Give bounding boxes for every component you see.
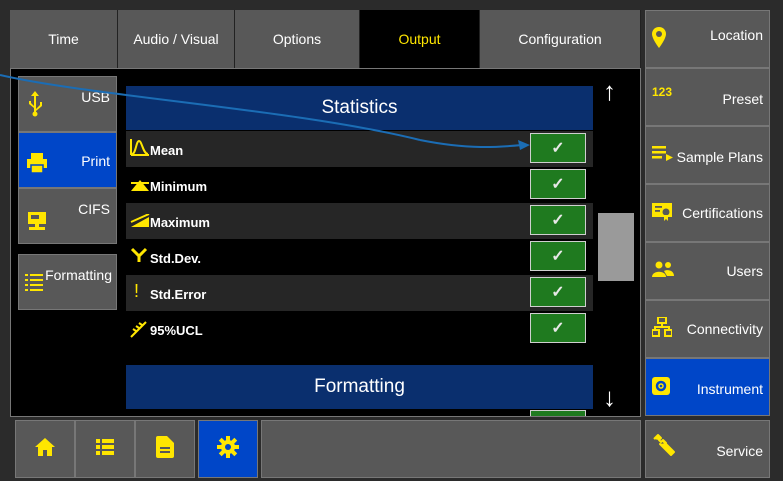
document-button[interactable] <box>135 420 195 478</box>
stat-row-maximum: Maximum ✓ <box>126 203 593 239</box>
map-pin-icon <box>652 27 666 52</box>
sidebar-item-preset[interactable]: 123 Preset <box>645 68 770 126</box>
home-icon <box>35 437 55 461</box>
sidebar-item-users[interactable]: Users <box>645 242 770 300</box>
95ucl-checkbox[interactable]: ✓ <box>530 313 586 343</box>
stat-row-std-dev: Std.Dev. ✓ <box>126 239 593 275</box>
network-drive-icon <box>27 211 47 234</box>
minimum-icon <box>130 178 150 195</box>
network-icon <box>651 316 673 340</box>
home-button[interactable] <box>15 420 75 478</box>
sidebar-item-label: Users <box>726 263 763 279</box>
sidebar-item-label: Preset <box>722 91 763 107</box>
subnav-print-label: Print <box>81 153 110 169</box>
formatting-title: Formatting <box>314 376 405 397</box>
tab-options[interactable]: Options <box>235 10 360 68</box>
scrollbar-thumb[interactable] <box>598 213 634 281</box>
settings-button[interactable] <box>198 420 258 478</box>
sidebar-item-instrument[interactable]: Instrument <box>645 358 770 416</box>
subnav-formatting-label: Formatting <box>45 267 112 283</box>
certificate-icon <box>652 203 672 224</box>
list-icon <box>96 438 114 460</box>
statistics-title: Statistics <box>321 97 398 118</box>
std-error-checkbox[interactable]: ✓ <box>530 277 586 307</box>
stat-label: Maximum <box>150 215 210 230</box>
subnav-usb-label: USB <box>81 89 110 105</box>
stat-row-std-error: ! Std.Error ✓ <box>126 275 593 311</box>
subnav-cifs[interactable]: CIFS <box>18 188 117 244</box>
scroll-up-arrow-icon[interactable]: ↑ <box>603 78 616 104</box>
playlist-icon <box>652 145 674 164</box>
stat-label: 95%UCL <box>150 323 203 338</box>
tab-time[interactable]: Time <box>10 10 118 68</box>
sidebar-item-sample-plans[interactable]: Sample Plans <box>645 126 770 184</box>
printer-icon <box>27 153 47 176</box>
list-format-icon <box>25 273 43 294</box>
formatting-header: Formatting <box>126 365 593 409</box>
tab-audio-visual[interactable]: Audio / Visual <box>118 10 235 68</box>
stat-label: Minimum <box>150 179 208 194</box>
exclamation-icon: ! <box>134 281 140 301</box>
minimum-checkbox[interactable]: ✓ <box>530 169 586 199</box>
maximum-checkbox[interactable]: ✓ <box>530 205 586 235</box>
wrench-icon <box>652 433 676 460</box>
subnav-print[interactable]: Print <box>18 132 117 188</box>
settings-gear-box-icon <box>652 377 670 398</box>
stat-label: Mean <box>150 143 184 158</box>
usb-icon <box>27 91 43 120</box>
formatting-row-partial <box>126 409 593 416</box>
maximum-icon <box>130 213 150 231</box>
scroll-down-arrow-icon[interactable]: ↓ <box>603 384 616 410</box>
formatting-checkbox-partial[interactable] <box>530 410 586 416</box>
std-dev-icon <box>130 247 148 266</box>
sidebar-item-connectivity[interactable]: Connectivity <box>645 300 770 358</box>
subnav-usb[interactable]: USB <box>18 76 117 132</box>
sidebar-item-label: Instrument <box>696 381 763 397</box>
sidebar-item-label: Connectivity <box>686 321 763 337</box>
sidebar-item-label: Certifications <box>682 205 763 221</box>
sidebar-item-service[interactable]: Service <box>645 420 770 478</box>
stat-label: Std.Error <box>150 287 207 302</box>
std-dev-checkbox[interactable]: ✓ <box>530 241 586 271</box>
stat-row-mean: Mean ✓ <box>126 131 593 167</box>
subnav-cifs-label: CIFS <box>78 201 110 217</box>
stat-row-minimum: Minimum ✓ <box>126 167 593 203</box>
sidebar-item-label: Sample Plans <box>676 149 763 165</box>
stat-label: Std.Dev. <box>150 251 202 266</box>
mean-checkbox[interactable]: ✓ <box>530 133 586 163</box>
stat-row-95ucl: 95%UCL ✓ <box>126 311 593 347</box>
bottom-bar-empty <box>261 420 641 478</box>
sidebar-item-certifications[interactable]: Certifications <box>645 184 770 242</box>
list-button[interactable] <box>75 420 135 478</box>
bell-curve-icon <box>130 138 150 159</box>
app-frame: Time Audio / Visual Options Output Confi… <box>0 0 783 481</box>
subnav-formatting[interactable]: Formatting <box>18 254 117 310</box>
users-icon <box>652 261 674 280</box>
sidebar-item-label: Location <box>710 27 763 43</box>
statistics-header: Statistics <box>126 86 593 130</box>
confidence-limit-icon <box>130 320 148 341</box>
sidebar-item-location[interactable]: Location <box>645 10 770 68</box>
numeric-123-icon: 123 <box>652 85 673 99</box>
tab-configuration[interactable]: Configuration <box>480 10 641 68</box>
tab-output[interactable]: Output <box>360 10 480 68</box>
document-icon <box>156 435 174 463</box>
sidebar-item-label: Service <box>716 443 763 459</box>
gear-icon <box>217 435 239 463</box>
